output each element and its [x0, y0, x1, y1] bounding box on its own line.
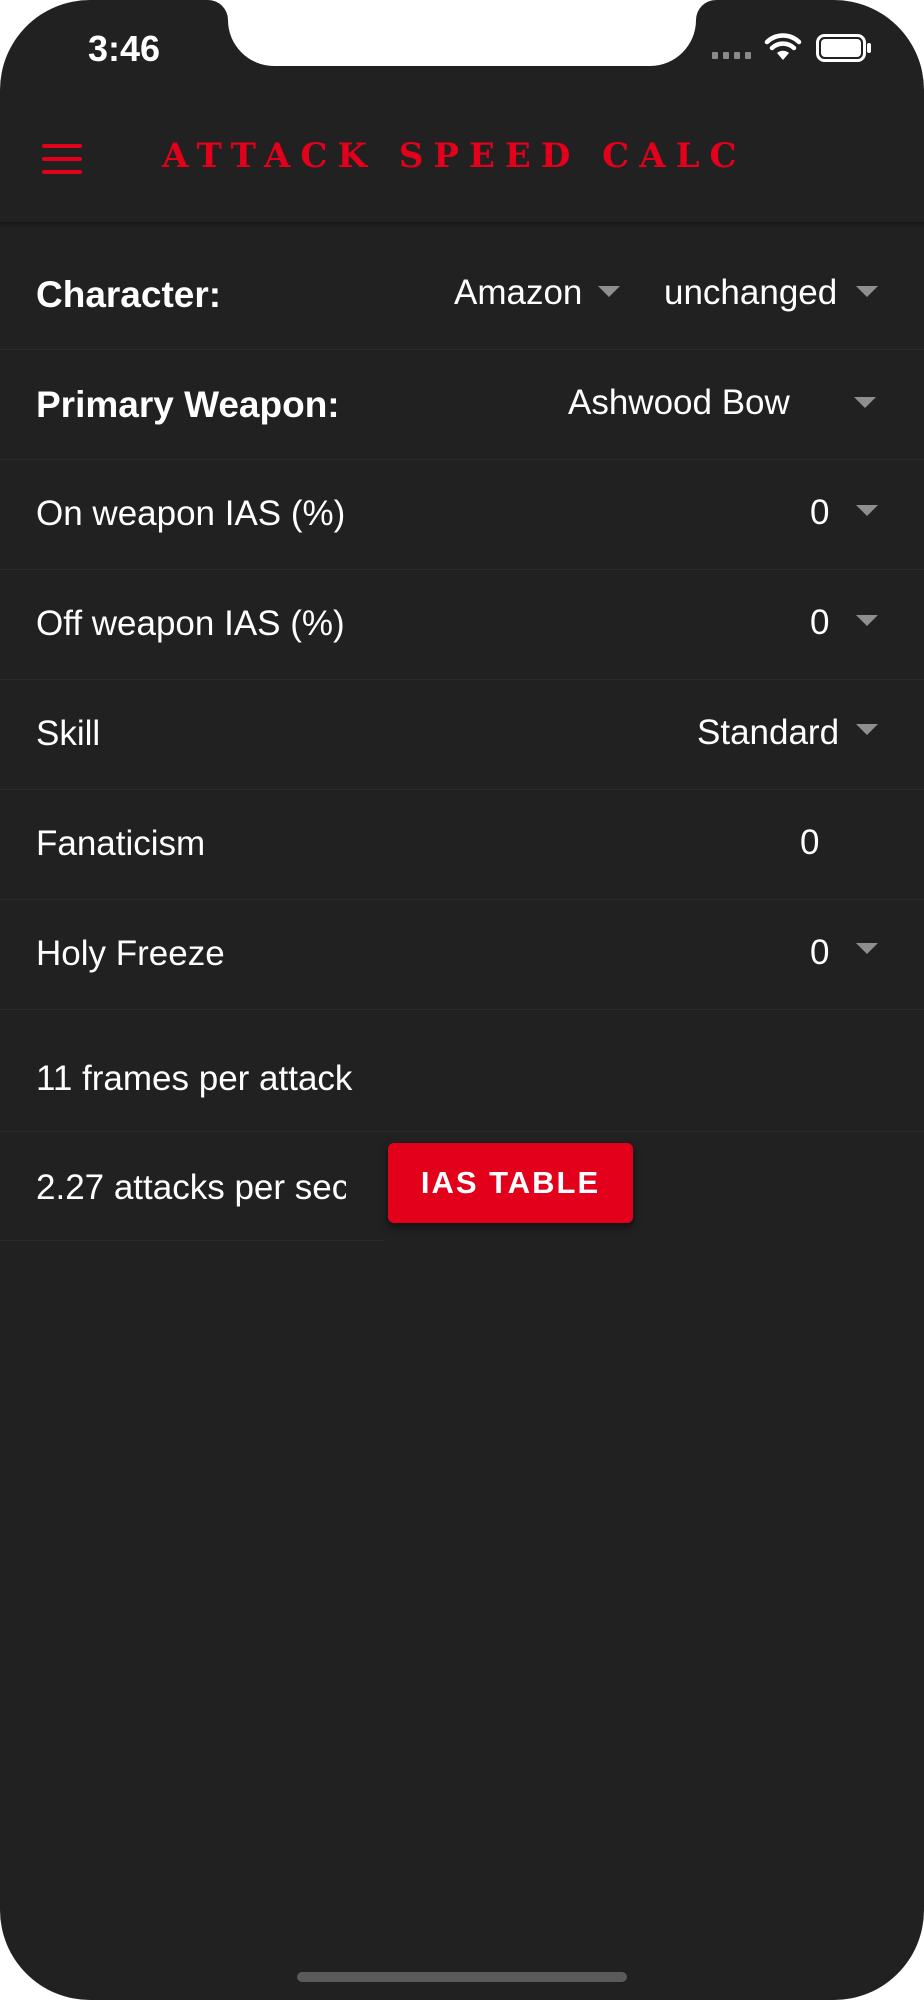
character-class-dropdown[interactable]: Amazon	[454, 273, 582, 313]
fanaticism-row: Fanaticism 0	[0, 790, 924, 900]
off-weapon-ias-label: Off weapon IAS (%)	[36, 604, 345, 643]
app-title: ATTACK SPEED CALC	[162, 136, 747, 176]
frames-result-row: 11 frames per attack	[0, 1010, 924, 1132]
skill-label: Skill	[36, 714, 101, 753]
skill-dropdown[interactable]: Standard	[697, 713, 839, 753]
chevron-down-icon	[854, 397, 876, 408]
ias-table-button[interactable]: IAS TABLE	[388, 1143, 633, 1223]
fanaticism-label: Fanaticism	[36, 824, 206, 863]
on-weapon-ias-label: On weapon IAS (%)	[36, 494, 346, 533]
holy-freeze-label: Holy Freeze	[36, 934, 225, 973]
primary-weapon-dropdown[interactable]: Ashwood Bow	[568, 383, 790, 423]
primary-weapon-row: Primary Weapon: Ashwood Bow	[0, 350, 924, 460]
attacks-per-second-text: 2.27 attacks per second	[36, 1168, 346, 1207]
skill-row: Skill Standard	[0, 680, 924, 790]
status-time: 3:46	[88, 28, 161, 69]
on-weapon-ias-dropdown[interactable]: 0	[810, 493, 829, 533]
home-indicator[interactable]	[297, 1972, 627, 1982]
notch	[228, 0, 696, 66]
battery-icon	[816, 34, 871, 62]
chevron-down-icon	[856, 615, 878, 626]
frames-per-attack-text: 11 frames per attack	[36, 1059, 353, 1098]
app-bar: ATTACK SPEED CALC	[0, 96, 924, 224]
hamburger-menu-icon[interactable]	[42, 144, 82, 174]
off-weapon-ias-row: Off weapon IAS (%) 0	[0, 570, 924, 680]
chevron-down-icon	[856, 286, 878, 297]
off-weapon-ias-dropdown[interactable]: 0	[810, 603, 829, 643]
cellular-signal-icon	[712, 52, 751, 59]
character-variant-dropdown[interactable]: unchanged	[664, 273, 837, 313]
attacks-result-row: 2.27 attacks per second	[0, 1132, 384, 1241]
character-label: Character:	[36, 274, 222, 315]
primary-weapon-label: Primary Weapon:	[36, 384, 340, 425]
character-row: Character: Amazon unchanged	[0, 240, 924, 350]
holy-freeze-dropdown[interactable]: 0	[810, 933, 829, 973]
on-weapon-ias-row: On weapon IAS (%) 0	[0, 460, 924, 570]
fanaticism-value[interactable]: 0	[800, 823, 819, 863]
holy-freeze-row: Holy Freeze 0	[0, 900, 924, 1010]
chevron-down-icon	[856, 943, 878, 954]
phone-screen: 3:46 ATTACK SPEED CALC Character: Amazon…	[0, 0, 924, 2000]
wifi-icon	[764, 33, 802, 60]
chevron-down-icon	[598, 286, 620, 297]
chevron-down-icon	[856, 724, 878, 735]
chevron-down-icon	[856, 505, 878, 516]
